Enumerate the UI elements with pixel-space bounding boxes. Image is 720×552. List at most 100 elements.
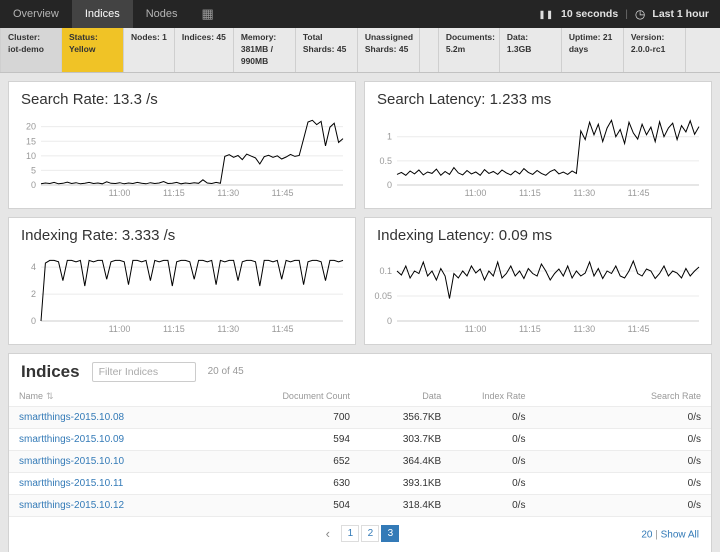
svg-text:10: 10 xyxy=(26,151,36,161)
svg-text:0: 0 xyxy=(31,316,36,326)
pause-icon[interactable]: ❚❚ xyxy=(539,10,554,19)
indexing-rate-panel: Indexing Rate: 3.333 /s 02411:0011:1511:… xyxy=(8,217,356,345)
svg-text:0.1: 0.1 xyxy=(379,266,392,276)
status-cell: Unassigned Shards: 45 xyxy=(358,28,420,72)
indexing-rate-chart: 02411:0011:1511:3011:45 xyxy=(9,245,355,340)
indices-title: Indices xyxy=(21,362,80,382)
charts-grid: Search Rate: 13.3 /s 0510152011:0011:151… xyxy=(0,73,720,353)
cell-name: smartthings-2015.10.12 xyxy=(9,494,241,516)
refresh-interval-label[interactable]: 10 seconds xyxy=(561,8,618,20)
indexing-rate-title: Indexing Rate: 3.333 /s xyxy=(9,218,355,245)
svg-text:11:00: 11:00 xyxy=(109,188,131,198)
page-button-1[interactable]: 1 xyxy=(341,525,359,542)
nav-tabs: OverviewIndicesNodes xyxy=(0,0,191,28)
page-size-link[interactable]: 20 xyxy=(641,529,652,540)
indexing-latency-chart: 0 0.05 0.1 11:00 11:15 11:30 11:45 xyxy=(365,245,711,340)
svg-text:0: 0 xyxy=(387,316,392,326)
cell-index-rate: 0/s xyxy=(451,494,535,516)
status-cell: Data: 1.3GB xyxy=(500,28,562,72)
svg-text:11:00: 11:00 xyxy=(465,324,487,334)
table-row: smartthings-2015.10.10652364.4KB0/s0/s xyxy=(9,450,711,472)
svg-text:5: 5 xyxy=(31,165,36,175)
svg-text:20: 20 xyxy=(26,121,36,131)
index-link[interactable]: smartthings-2015.10.09 xyxy=(19,434,124,445)
pagination: ‹ 123 20 | Show All xyxy=(9,516,711,552)
cell-data: 393.1KB xyxy=(360,472,451,494)
svg-text:11:15: 11:15 xyxy=(163,188,185,198)
svg-text:11:30: 11:30 xyxy=(573,324,595,334)
pagination-separator: | xyxy=(655,529,658,540)
cell-index-rate: 0/s xyxy=(451,472,535,494)
index-link[interactable]: smartthings-2015.10.08 xyxy=(19,412,124,423)
svg-text:11:45: 11:45 xyxy=(628,324,650,334)
svg-text:4: 4 xyxy=(31,262,36,272)
page-button-3[interactable]: 3 xyxy=(381,525,399,542)
column-header[interactable]: Data xyxy=(360,388,451,407)
table-row: smartthings-2015.10.11630393.1KB0/s0/s xyxy=(9,472,711,494)
sort-icon[interactable]: ⇅ xyxy=(46,391,54,401)
svg-text:11:45: 11:45 xyxy=(272,188,294,198)
cell-name: smartthings-2015.10.10 xyxy=(9,450,241,472)
indices-table: Name⇅Document CountDataIndex RateSearch … xyxy=(9,388,711,516)
indexing-latency-panel: Indexing Latency: 0.09 ms 0 0.05 0.1 11:00 1… xyxy=(364,217,712,345)
cell-data: 318.4KB xyxy=(360,494,451,516)
status-cell: Uptime: 21 days xyxy=(562,28,624,72)
svg-text:11:30: 11:30 xyxy=(217,188,239,198)
svg-text:11:30: 11:30 xyxy=(217,324,239,334)
cell-name: smartthings-2015.10.11 xyxy=(9,472,241,494)
top-navbar: OverviewIndicesNodes ▦ ❚❚ 10 seconds | ◷… xyxy=(0,0,720,28)
column-header[interactable]: Search Rate xyxy=(535,388,711,407)
marvel-dashboard: OverviewIndicesNodes ▦ ❚❚ 10 seconds | ◷… xyxy=(0,0,720,552)
index-link[interactable]: smartthings-2015.10.11 xyxy=(19,478,123,489)
cell-data: 364.4KB xyxy=(360,450,451,472)
page-button-2[interactable]: 2 xyxy=(361,525,379,542)
svg-text:11:45: 11:45 xyxy=(628,188,650,198)
indices-panel: Indices 20 of 45 Name⇅Document CountData… xyxy=(8,353,712,552)
prev-page-button[interactable]: ‹ xyxy=(320,525,336,542)
time-range-label[interactable]: Last 1 hour xyxy=(652,8,709,20)
svg-text:11:00: 11:00 xyxy=(109,324,131,334)
show-all-link[interactable]: Show All xyxy=(661,529,699,540)
cell-index-rate: 0/s xyxy=(451,428,535,450)
status-cell: Nodes: 1 xyxy=(124,28,175,72)
indexing-latency-title: Indexing Latency: 0.09 ms xyxy=(365,218,711,245)
status-cell: Memory: 381MB / 990MB xyxy=(234,28,296,72)
indices-table-header-row: Name⇅Document CountDataIndex RateSearch … xyxy=(9,388,711,407)
cell-name: smartthings-2015.10.09 xyxy=(9,428,241,450)
tab-nodes[interactable]: Nodes xyxy=(133,0,191,28)
status-cell: Documents: 5.2m xyxy=(438,28,500,72)
status-cell: Total Shards: 45 xyxy=(296,28,358,72)
navbar-divider: | xyxy=(625,8,628,20)
search-rate-chart: 0510152011:0011:1511:3011:45 xyxy=(9,109,355,204)
filter-indices-input[interactable] xyxy=(92,362,196,382)
cell-document-count: 700 xyxy=(241,406,360,428)
cell-search-rate: 0/s xyxy=(535,450,711,472)
cell-search-rate: 0/s xyxy=(535,494,711,516)
index-link[interactable]: smartthings-2015.10.12 xyxy=(19,500,124,511)
cell-name: smartthings-2015.10.08 xyxy=(9,406,241,428)
tab-indices[interactable]: Indices xyxy=(72,0,133,28)
tab-overview[interactable]: Overview xyxy=(0,0,72,28)
cell-search-rate: 0/s xyxy=(535,428,711,450)
svg-text:0: 0 xyxy=(31,180,36,190)
svg-text:0: 0 xyxy=(387,180,392,190)
navbar-right: ❚❚ 10 seconds | ◷ Last 1 hour xyxy=(539,0,720,28)
indices-count: 20 of 45 xyxy=(208,366,244,377)
chart-canvas: 00.5111:0011:1511:3011:45 xyxy=(369,109,705,199)
status-cell: Version: 2.0.0-rc1 xyxy=(624,28,686,72)
cell-search-rate: 0/s xyxy=(535,472,711,494)
column-header[interactable]: Index Rate xyxy=(451,388,535,407)
status-cell: Cluster: iot-demo xyxy=(0,28,62,72)
column-header[interactable]: Document Count xyxy=(241,388,360,407)
cell-document-count: 504 xyxy=(241,494,360,516)
search-rate-title: Search Rate: 13.3 /s xyxy=(9,82,355,109)
cell-search-rate: 0/s xyxy=(535,406,711,428)
column-header[interactable]: Name⇅ xyxy=(9,388,241,407)
apps-grid-icon[interactable]: ▦ xyxy=(191,0,225,28)
svg-text:11:30: 11:30 xyxy=(573,188,595,198)
chart-canvas: 0 0.05 0.1 11:00 11:15 11:30 11:45 xyxy=(369,245,705,335)
svg-text:0.05: 0.05 xyxy=(374,291,392,301)
svg-text:11:15: 11:15 xyxy=(519,324,541,334)
index-link[interactable]: smartthings-2015.10.10 xyxy=(19,456,124,467)
cell-document-count: 594 xyxy=(241,428,360,450)
